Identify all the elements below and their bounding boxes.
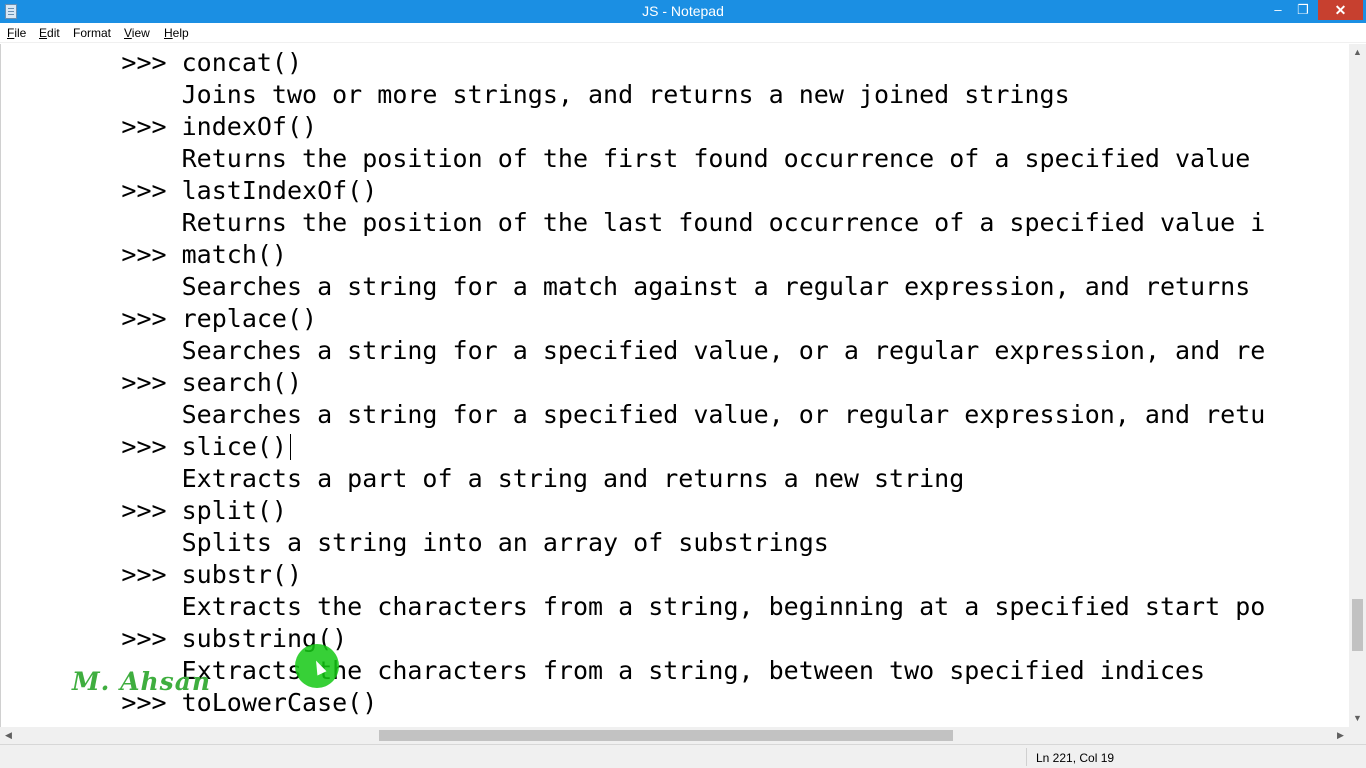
horizontal-scrollbar[interactable]: ◀ ▶ bbox=[0, 727, 1349, 744]
editor-line: Splits a string into an array of substri… bbox=[1, 528, 829, 557]
menu-view[interactable]: View bbox=[124, 26, 150, 40]
editor-line: >>> substring() bbox=[1, 624, 348, 653]
menu-format[interactable]: Format bbox=[73, 26, 111, 40]
restore-button[interactable]: ❐ bbox=[1290, 0, 1316, 20]
editor-line: >>> indexOf() bbox=[1, 112, 318, 141]
scroll-down-icon[interactable]: ▼ bbox=[1349, 710, 1366, 727]
editor-line: Returns the position of the last found o… bbox=[1, 208, 1266, 237]
editor-line: Joins two or more strings, and returns a… bbox=[1, 80, 1070, 109]
editor-line: Extracts a part of a string and returns … bbox=[1, 464, 965, 493]
title-bar[interactable]: JS - Notepad ‒ ❐ ✕ bbox=[0, 0, 1366, 23]
status-bar: Ln 221, Col 19 bbox=[0, 744, 1366, 768]
editor-line: >>> concat() bbox=[1, 48, 303, 77]
editor-line: >>> search() bbox=[1, 368, 303, 397]
status-divider bbox=[1026, 748, 1027, 766]
scrollbar-corner bbox=[1349, 727, 1366, 744]
window-title: JS - Notepad bbox=[642, 3, 724, 19]
vertical-scrollbar[interactable]: ▲ ▼ bbox=[1349, 44, 1366, 727]
editor-line: >>> match() bbox=[1, 240, 287, 269]
menu-edit[interactable]: Edit bbox=[39, 26, 60, 40]
cursor-position: Ln 221, Col 19 bbox=[1036, 751, 1115, 765]
editor-line: Returns the position of the first found … bbox=[1, 144, 1251, 173]
menu-file[interactable]: File bbox=[7, 26, 26, 40]
vertical-scroll-thumb[interactable] bbox=[1352, 599, 1363, 651]
editor-line: >>> replace() bbox=[1, 304, 318, 333]
watermark: M. Ahsan bbox=[72, 667, 212, 696]
menu-bar: File Edit Format View Help bbox=[0, 23, 1366, 43]
scroll-right-icon[interactable]: ▶ bbox=[1332, 727, 1349, 744]
editor-line: Searches a string for a specified value,… bbox=[1, 400, 1266, 429]
horizontal-scroll-thumb[interactable] bbox=[379, 730, 953, 741]
scroll-left-icon[interactable]: ◀ bbox=[0, 727, 17, 744]
close-button[interactable]: ✕ bbox=[1318, 0, 1363, 20]
minimize-button[interactable]: ‒ bbox=[1265, 0, 1291, 20]
editor-line: >>> split() bbox=[1, 496, 287, 525]
editor-line: >>> slice() bbox=[1, 432, 287, 461]
text-editor[interactable]: >>> concat() Joins two or more strings, … bbox=[0, 44, 1349, 727]
editor-line: >>> lastIndexOf() bbox=[1, 176, 378, 205]
text-caret bbox=[290, 434, 291, 460]
editor-line: Searches a string for a match against a … bbox=[1, 272, 1251, 301]
menu-help[interactable]: Help bbox=[164, 26, 189, 40]
editor-line: >>> substr() bbox=[1, 560, 303, 589]
editor-line: Searches a string for a specified value,… bbox=[1, 336, 1266, 365]
scroll-up-icon[interactable]: ▲ bbox=[1349, 44, 1366, 61]
editor-line: Extracts the characters from a string, b… bbox=[1, 592, 1266, 621]
